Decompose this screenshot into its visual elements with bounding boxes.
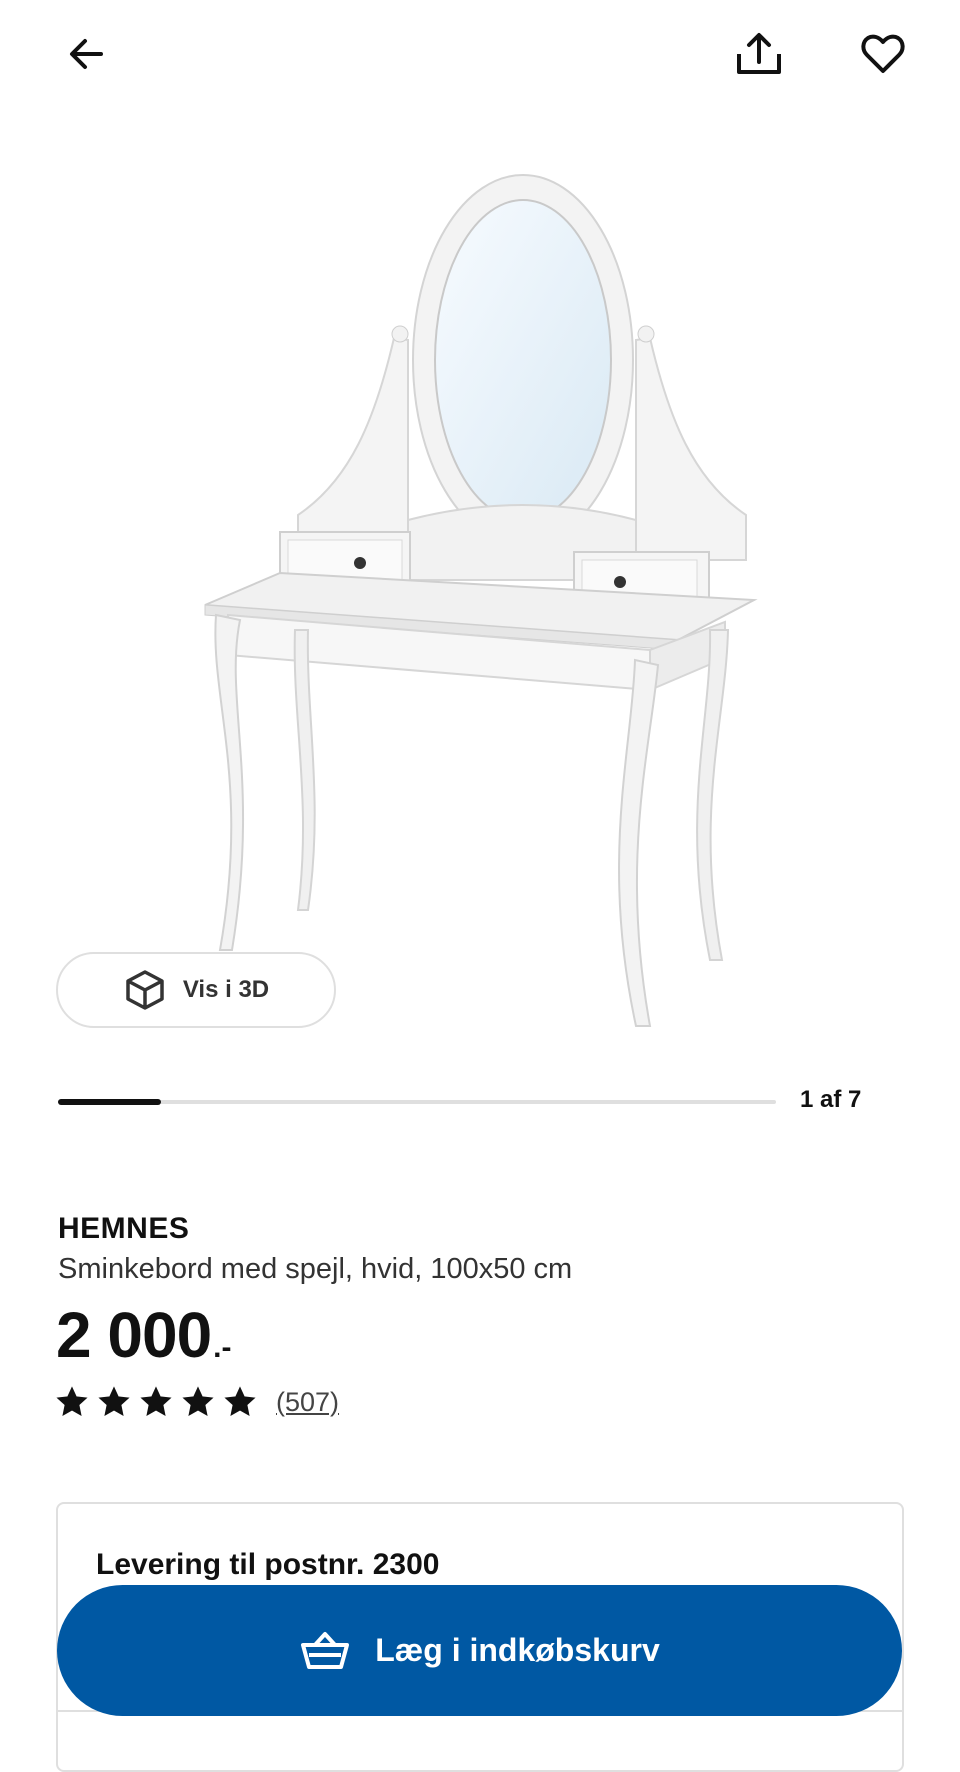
delivery-title: Levering til postnr. 2300 [96,1548,440,1581]
product-image[interactable] [180,160,780,1040]
product-rating[interactable]: (507) [56,1386,339,1418]
rating-stars [56,1386,256,1418]
gallery-progress-bar [58,1099,776,1105]
favorite-button[interactable] [851,22,915,86]
basket-icon [301,1631,350,1669]
star-icon [98,1386,130,1416]
price-suffix: .- [213,1331,232,1364]
product-price: 2 000 .- [56,1298,231,1372]
add-to-cart-button[interactable]: Læg i indkøbskurv [57,1585,902,1716]
gallery-counter: 1 af 7 [800,1086,862,1113]
back-button[interactable] [55,22,119,86]
share-icon [737,33,781,74]
star-icon [182,1386,214,1416]
add-to-cart-label: Læg i indkøbskurv [375,1632,660,1668]
view-in-3d-button[interactable]: Vis i 3D [56,952,336,1028]
view-in-3d-label: Vis i 3D [182,976,270,1003]
price-amount: 2 000 [56,1299,212,1371]
star-icon [56,1386,88,1416]
product-description: Sminkebord med spejl, hvid, 100x50 cm [58,1253,573,1285]
product-brand: HEMNES [58,1212,190,1245]
star-icon [224,1386,256,1416]
star-icon [140,1386,172,1416]
share-button[interactable] [727,22,791,86]
top-bar [0,0,960,110]
arrow-left-icon [70,39,103,69]
dressing-table-illustration [204,174,758,1027]
cube-icon [126,970,164,1010]
heart-icon [861,34,905,73]
gallery-progress-fill [58,1099,161,1105]
review-count-link[interactable]: (507) [276,1387,339,1418]
